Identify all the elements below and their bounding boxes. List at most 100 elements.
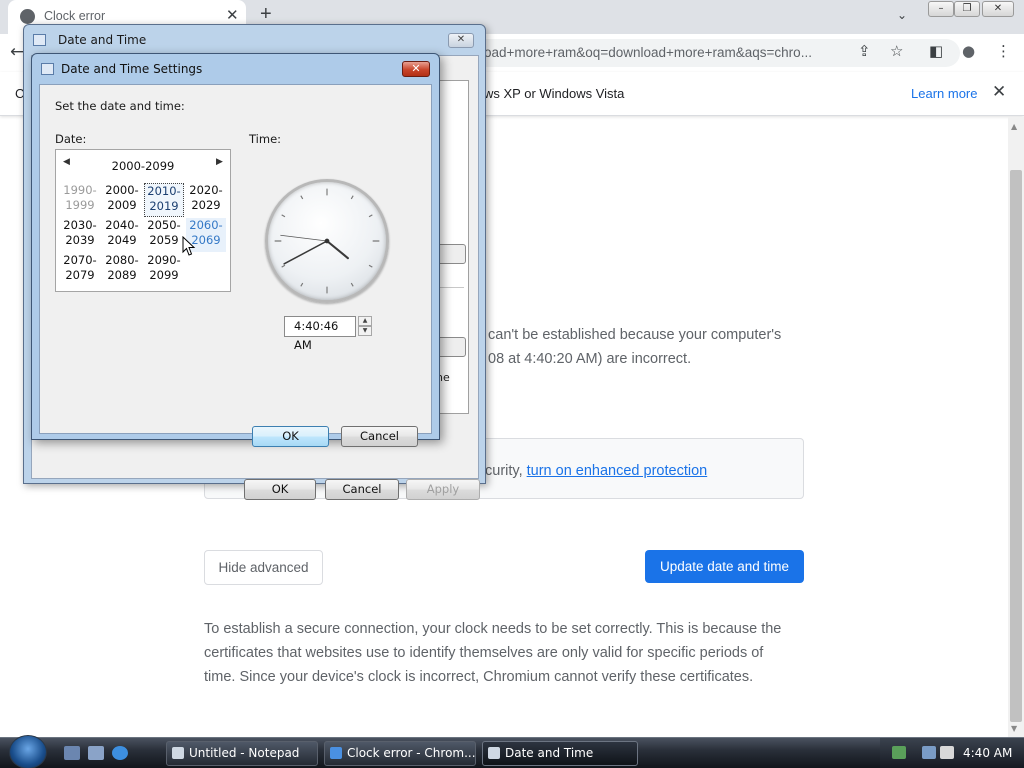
- clock-tick: [300, 195, 304, 200]
- decade-cell[interactable]: 1990- 1999: [60, 183, 100, 217]
- clock-tick: [300, 282, 304, 287]
- scroll-up-icon[interactable]: ▲: [1011, 122, 1017, 131]
- hidden-button-2[interactable]: [436, 337, 466, 357]
- calendar-icon: [33, 34, 46, 46]
- scrollbar-thumb[interactable]: [1010, 170, 1022, 722]
- decade-start: 2000-: [105, 183, 139, 197]
- menu-icon[interactable]: ⋮: [996, 42, 1011, 60]
- decade-cell[interactable]: 2070- 2079: [60, 253, 100, 287]
- decade-cell[interactable]: 2030- 2039: [60, 218, 100, 252]
- internet-explorer-icon[interactable]: [112, 746, 128, 760]
- taskbar: Untitled - Notepad Clock error - Chrom...…: [0, 735, 1024, 768]
- decade-end: 2019: [149, 199, 179, 213]
- taskbar-button[interactable]: Untitled - Notepad: [166, 741, 318, 766]
- time-input[interactable]: 4:40:46 AM: [284, 316, 356, 352]
- spin-down-icon[interactable]: ▼: [358, 326, 372, 336]
- explanation-line-3: time. Since your device's clock is incor…: [204, 669, 754, 685]
- hour-hand: [325, 239, 349, 260]
- learn-more-link[interactable]: Learn more: [911, 86, 977, 101]
- date-time-settings-dialog: Date and Time Settings ✕ Set the date an…: [31, 53, 440, 447]
- infobar-text: ws XP or Windows Vista: [484, 86, 625, 101]
- decade-end: 2039: [65, 233, 95, 247]
- settings-cancel-button[interactable]: Cancel: [341, 426, 418, 447]
- bookmark-star-icon[interactable]: ☆: [890, 42, 903, 60]
- maximize-button[interactable]: ❐: [954, 1, 980, 17]
- decade-start: 2050-: [147, 218, 181, 232]
- decade-cell[interactable]: 2010- 2019: [144, 183, 184, 217]
- calendar-icon: [41, 63, 54, 75]
- decade-start: 2070-: [63, 253, 97, 267]
- update-date-time-button[interactable]: Update date and time: [645, 550, 804, 583]
- taskbar-button[interactable]: Clock error - Chrom...: [324, 741, 476, 766]
- enhanced-protection-link[interactable]: turn on enhanced protection: [527, 463, 708, 479]
- scroll-down-icon[interactable]: ▼: [1011, 724, 1017, 733]
- decade-start: 1990-: [63, 183, 97, 197]
- outer-ok-button[interactable]: OK: [244, 479, 316, 500]
- minimize-button[interactable]: –: [928, 1, 954, 17]
- decade-end: 2079: [65, 268, 95, 282]
- decade-end: 1999: [65, 198, 95, 212]
- infobar-close-icon[interactable]: ✕: [992, 82, 1006, 102]
- calendar: ◀ 2000-2099 ▶ 1990- 1999 2000- 2009 2010- 201…: [55, 149, 231, 292]
- tab-close-icon[interactable]: ✕: [226, 6, 239, 24]
- protection-prefix: curity,: [485, 463, 527, 479]
- settings-ok-button[interactable]: OK: [252, 426, 329, 447]
- taskbar-button-label: Clock error - Chrom...: [347, 746, 476, 760]
- volume-icon[interactable]: [940, 746, 954, 759]
- calendar-header[interactable]: 2000-2099: [56, 159, 230, 173]
- minute-hand: [283, 240, 328, 265]
- share-icon[interactable]: ⇪: [858, 42, 871, 60]
- new-tab-button[interactable]: +: [260, 3, 272, 26]
- system-tray: 4:40 AM: [880, 738, 1024, 768]
- clock-tick: [281, 214, 286, 218]
- decade-cell[interactable]: 2040- 2049: [102, 218, 142, 252]
- decade-cell[interactable]: 2080- 2089: [102, 253, 142, 287]
- error-line-2: 08 at 4:40:20 AM) are incorrect.: [488, 351, 692, 367]
- spin-up-icon[interactable]: ▲: [358, 316, 372, 326]
- hide-advanced-button[interactable]: Hide advanced: [204, 550, 323, 585]
- settings-close-button[interactable]: ✕: [402, 61, 430, 77]
- analog-clock: [265, 179, 389, 303]
- decade-end: 2099: [149, 268, 179, 282]
- taskbar-button[interactable]: Date and Time: [482, 741, 638, 766]
- tray-clock[interactable]: 4:40 AM: [963, 746, 1012, 760]
- clock-tick: [368, 264, 373, 268]
- time-label: Time:: [249, 132, 282, 146]
- decade-cell[interactable]: 2090- 2099: [144, 253, 184, 287]
- taskbar-app-icon: [172, 747, 184, 759]
- tray-app-icon[interactable]: [892, 746, 906, 759]
- decade-start: 2090-: [147, 253, 181, 267]
- divider: [436, 287, 464, 288]
- tab-search-icon[interactable]: ⌄: [897, 8, 907, 22]
- time-spinner[interactable]: ▲ ▼: [358, 316, 372, 337]
- outer-cancel-button[interactable]: Cancel: [325, 479, 399, 500]
- date-label: Date:: [55, 132, 87, 146]
- side-panel-icon[interactable]: ◧: [929, 42, 943, 60]
- decade-start: 2020-: [189, 183, 223, 197]
- instruction-text: Set the date and time:: [55, 99, 185, 113]
- profile-icon[interactable]: ●: [962, 42, 975, 60]
- clock-tick: [281, 264, 286, 268]
- switch-windows-icon[interactable]: [88, 746, 104, 760]
- decade-start: 2060-: [189, 218, 223, 232]
- settings-body: Set the date and time: Date: Time: ◀ 200…: [39, 84, 432, 447]
- decade-end: 2089: [107, 268, 137, 282]
- show-desktop-icon[interactable]: [64, 746, 80, 760]
- close-window-button[interactable]: ✕: [982, 1, 1014, 17]
- settings-dialog-title: Date and Time Settings: [61, 62, 203, 76]
- decade-cell[interactable]: 2000- 2009: [102, 183, 142, 217]
- decade-cell[interactable]: 2050- 2059: [144, 218, 184, 252]
- error-line-1: can't be established because your comput…: [488, 327, 782, 343]
- tab-title: Clock error: [44, 9, 106, 23]
- decade-end: 2009: [107, 198, 137, 212]
- taskbar-button-label: Untitled - Notepad: [189, 746, 300, 760]
- start-button[interactable]: [9, 735, 47, 768]
- decade-start: 2040-: [105, 218, 139, 232]
- dialog-close-button[interactable]: ✕: [448, 33, 474, 48]
- hidden-button-1[interactable]: [436, 244, 466, 264]
- outer-apply-button[interactable]: Apply: [406, 479, 480, 500]
- decade-cell[interactable]: 2020- 2029: [186, 183, 226, 217]
- calendar-next-icon[interactable]: ▶: [216, 157, 223, 167]
- decade-start: 2030-: [63, 218, 97, 232]
- network-icon[interactable]: [922, 746, 936, 759]
